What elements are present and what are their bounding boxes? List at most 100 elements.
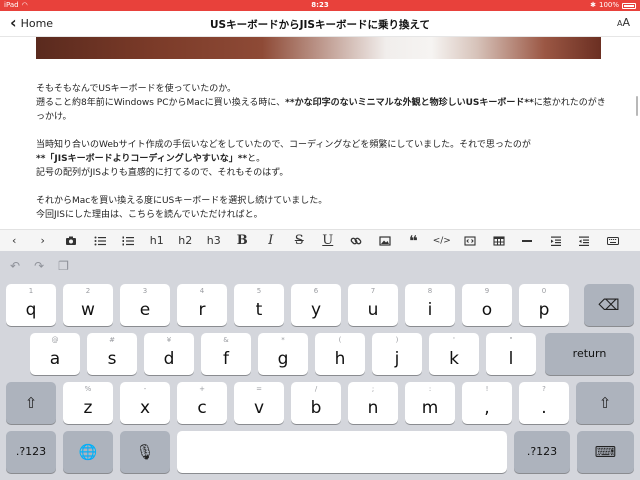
key-u[interactable]: 7u	[348, 284, 398, 326]
quote-button[interactable]: ❝	[399, 230, 428, 252]
numbers-key-left[interactable]: .?123	[6, 431, 56, 473]
bold-text: **かな印字のないミニマルな外観と物珍しいUSキーボード**	[285, 98, 534, 108]
horizontal-rule-icon	[522, 239, 533, 242]
shift-key-right[interactable]: ⇧	[576, 382, 634, 424]
key-z[interactable]: % z	[63, 382, 113, 424]
key-p[interactable]: 0p	[519, 284, 569, 326]
return-key[interactable]: return	[545, 333, 634, 375]
key-o[interactable]: 9o	[462, 284, 512, 326]
return-label: return	[572, 347, 607, 360]
undo-icon[interactable]: ↶	[10, 259, 20, 273]
key-hint: )	[395, 336, 399, 344]
heading2-button[interactable]: h2	[171, 230, 200, 252]
key-i[interactable]: 8i	[405, 284, 455, 326]
numbered-list-button[interactable]	[114, 230, 143, 252]
key-a[interactable]: @ a	[30, 333, 80, 375]
camera-button[interactable]	[57, 230, 86, 252]
cursor-right-button[interactable]: ›	[29, 230, 58, 252]
key-period[interactable]: ?.	[519, 382, 569, 424]
key-b[interactable]: / b	[291, 382, 341, 424]
numbers-key-right[interactable]: .?123	[514, 431, 570, 473]
key-label: p	[538, 300, 550, 320]
key-hint: &	[223, 336, 229, 344]
key-comma[interactable]: !,	[462, 382, 512, 424]
shift-icon: ⇧	[24, 394, 38, 412]
space-key[interactable]	[177, 431, 507, 473]
key-d[interactable]: ¥ d	[144, 333, 194, 375]
key-label: k	[449, 349, 459, 369]
key-t[interactable]: 5t	[234, 284, 284, 326]
key-g[interactable]: * g	[258, 333, 308, 375]
key-h[interactable]: (h	[315, 333, 365, 375]
strikethrough-button[interactable]: S	[285, 230, 314, 252]
key-y[interactable]: 6y	[291, 284, 341, 326]
battery-percent: 100%	[598, 1, 619, 9]
key-f[interactable]: & f	[201, 333, 251, 375]
key-hint: 8	[427, 287, 433, 295]
key-label: z	[83, 398, 93, 418]
link-icon	[350, 237, 362, 244]
key-n[interactable]: ; n	[348, 382, 398, 424]
key-q[interactable]: 1q	[6, 284, 56, 326]
key-hint: (	[338, 336, 342, 344]
key-c[interactable]: + c	[177, 382, 227, 424]
key-hint: +	[199, 385, 205, 393]
key-x[interactable]: -x	[120, 382, 170, 424]
key-m[interactable]: :m	[405, 382, 455, 424]
bold-button[interactable]: B	[228, 230, 257, 252]
key-j[interactable]: ) j	[372, 333, 422, 375]
scroll-indicator[interactable]	[636, 96, 638, 116]
hide-keyboard-button[interactable]	[599, 230, 628, 252]
bullet-list-button[interactable]	[86, 230, 115, 252]
key-s[interactable]: # s	[87, 333, 137, 375]
link-button[interactable]	[342, 230, 371, 252]
key-label: f	[223, 349, 229, 369]
font-size-button[interactable]: AA	[617, 16, 630, 29]
text-line: そもそもなんでUSキーボードを使っていたのか。	[36, 84, 237, 94]
underline-button[interactable]: U	[314, 230, 343, 252]
paragraph: そもそもなんでUSキーボードを使っていたのか。 遡ること約8年前にWindows…	[36, 82, 606, 124]
image-button[interactable]	[371, 230, 400, 252]
code-button[interactable]: </>	[428, 230, 457, 252]
backspace-key[interactable]: ⌫	[584, 284, 634, 326]
text-line: 記号の配列がJISよりも直感的に打てるので、それもそのはず。	[36, 168, 289, 178]
table-button[interactable]	[485, 230, 514, 252]
key-hint: 1	[28, 287, 34, 295]
chevron-left-icon: ‹	[12, 234, 17, 247]
dismiss-keyboard-key[interactable]: ⌨	[577, 431, 634, 473]
key-l[interactable]: " l	[486, 333, 536, 375]
article-body[interactable]: そもそもなんでUSキーボードを使っていたのか。 遡ること約8年前にWindows…	[36, 82, 606, 236]
status-bar: iPad ◠ 8:23 ✱ 100%	[0, 0, 640, 11]
code-block-button[interactable]	[456, 230, 485, 252]
dictation-key[interactable]: 🎙	[120, 431, 170, 473]
key-r[interactable]: 4r	[177, 284, 227, 326]
heading1-button[interactable]: h1	[143, 230, 172, 252]
globe-key[interactable]: 🌐	[63, 431, 113, 473]
key-hint: 9	[484, 287, 490, 295]
key-v[interactable]: = v	[234, 382, 284, 424]
keyboard-dismiss-icon: ⌨	[594, 443, 617, 461]
indent-button[interactable]	[542, 230, 571, 252]
redo-icon[interactable]: ↷	[34, 259, 44, 273]
key-hint: 4	[199, 287, 205, 295]
key-hint: ¥	[166, 336, 172, 344]
horizontal-rule-button[interactable]	[513, 230, 542, 252]
key-label: a	[49, 349, 61, 369]
paragraph: それからMacを買い換える度にUSキーボードを選択し続けていました。 今回JIS…	[36, 194, 606, 222]
key-w[interactable]: 2w	[63, 284, 113, 326]
heading3-button[interactable]: h3	[200, 230, 229, 252]
outdent-button[interactable]	[570, 230, 599, 252]
key-hint: /	[314, 385, 318, 393]
article-image	[36, 37, 601, 59]
key-e[interactable]: 3e	[120, 284, 170, 326]
key-label: d	[163, 349, 175, 369]
paste-icon[interactable]: ❐	[58, 259, 69, 273]
globe-icon: 🌐	[78, 443, 98, 461]
camera-icon	[66, 236, 77, 245]
italic-button[interactable]: I	[257, 230, 286, 252]
shift-key-left[interactable]: ⇧	[6, 382, 56, 424]
key-label: v	[253, 398, 265, 418]
key-k[interactable]: ' k	[429, 333, 479, 375]
key-label: y	[310, 300, 322, 320]
cursor-left-button[interactable]: ‹	[0, 230, 29, 252]
